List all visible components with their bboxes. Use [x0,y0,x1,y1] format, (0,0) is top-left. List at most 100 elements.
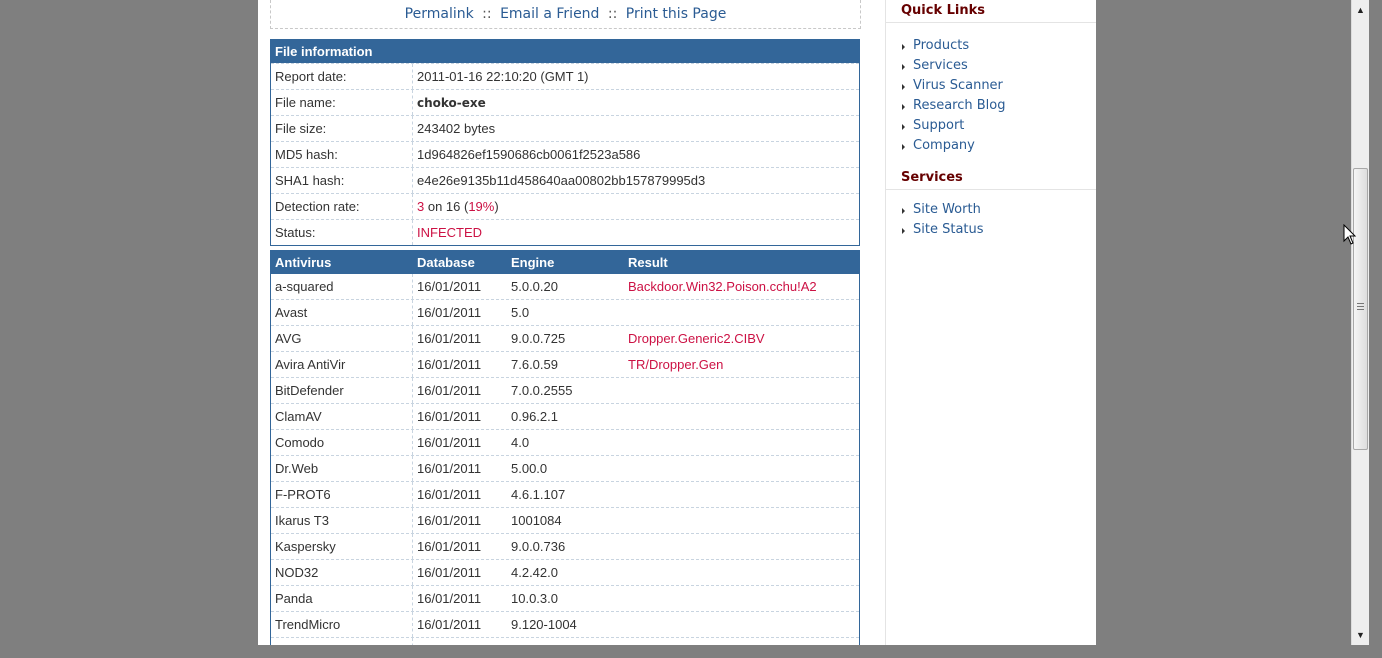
md5-hash-value: 1d964826ef1590686cb0061f2523a586 [417,147,641,162]
engine-version: 4.6.1.107 [511,487,566,502]
file-name-label: File name: [271,90,413,115]
database-date: 16/01/2011 [417,435,482,450]
column-header-antivirus: Antivirus [275,255,332,270]
table-row: F-PROT6 16/01/2011 4.6.1.107 [271,481,859,507]
status-value: INFECTED [417,225,482,240]
sidebar-link-virus-scanner[interactable]: Virus Scanner [902,76,1096,96]
antivirus-name: Ikarus T3 [271,508,413,533]
scan-result [624,586,859,611]
sidebar-link-services[interactable]: Services [902,56,1096,76]
database-date: 16/01/2011 [417,591,482,606]
engine-version: 7.0.0.2555 [511,383,573,398]
database-date: 16/01/2011 [417,409,482,424]
engine-version: 4.2.42.0 [511,565,558,580]
file-name-value: choko-exe [417,95,486,110]
sidebar-link-company[interactable]: Company [902,136,1096,156]
table-row: MD5 hash: 1d964826ef1590686cb0061f2523a5… [271,141,859,167]
report-date-value: 2011-01-16 22:10:20 (GMT 1) [417,69,589,84]
scan-result [624,378,859,403]
table-row: Status: INFECTED [271,219,859,245]
antivirus-name: BitDefender [271,378,413,403]
engine-version: 5.0 [511,305,530,320]
file-information-header: File information [271,40,859,63]
sha1-hash-label: SHA1 hash: [271,168,413,193]
table-row: File name: choko-exe [271,89,859,115]
scan-result [624,612,859,637]
file-information-table: File information Report date: 2011-01-16… [270,39,860,246]
table-row: File size: 243402 bytes [271,115,859,141]
email-friend-link[interactable]: Email a Friend [500,6,599,22]
detection-rate-value: 3 on 16 (19%) [413,194,499,219]
antivirus-name: TrendMicro [271,612,413,637]
scroll-down-arrow-icon[interactable]: ▼ [1352,627,1369,644]
database-date: 16/01/2011 [417,331,482,346]
table-row: BitDefender 16/01/2011 7.0.0.2555 [271,377,859,403]
share-links-bar: Permalink :: Email a Friend :: Print thi… [270,0,861,29]
table-row: Avira AntiVir 16/01/2011 7.6.0.59 TR/Droppe… [271,351,859,377]
table-row: ClamAV 16/01/2011 0.96.2.1 [271,403,859,429]
column-header-result: Result [628,255,668,270]
antivirus-name: ClamAV [271,404,413,429]
sidebar-link-site-worth[interactable]: Site Worth [902,200,1096,220]
scroll-up-arrow-icon[interactable]: ▲ [1352,2,1369,19]
sidebar-link-research-blog[interactable]: Research Blog [902,96,1096,116]
sidebar-link-support[interactable]: Support [902,116,1096,136]
database-date: 16/01/2011 [417,565,482,580]
engine-version: 4.0 [511,435,530,450]
quick-links-list: Products Services Virus Scanner Research… [886,36,1096,156]
sidebar-link-products[interactable]: Products [902,36,1096,56]
antivirus-table-header: Antivirus Database Engine Result [271,251,859,274]
detection-percent: 19% [468,199,495,214]
antivirus-name: Avira AntiVir [271,352,413,377]
scan-result [624,534,859,559]
services-list: Site Worth Site Status [886,200,1096,240]
table-row: TrendMicro 16/01/2011 9.120-1004 [271,611,859,637]
table-row: NOD32 16/01/2011 4.2.42.0 [271,559,859,585]
scan-result: TR/Dropper.Gen [628,357,724,372]
status-label: Status: [271,220,413,245]
separator: :: [607,6,618,22]
table-row: Panda 16/01/2011 10.0.3.0 [271,585,859,611]
table-row: SHA1 hash: e4e26e9135b11d458640aa00802bb… [271,167,859,193]
scan-result [624,300,859,325]
engine-version: 0.96.2.1 [511,409,558,424]
column-header-engine: Engine [511,255,555,270]
database-date: 16/01/2011 [417,357,482,372]
print-page-link[interactable]: Print this Page [626,6,727,22]
table-row: Avast 16/01/2011 5.0 [271,299,859,325]
database-date: 16/01/2011 [417,487,482,502]
services-title: Services [886,167,1096,190]
antivirus-name: AVG [271,326,413,351]
scan-result [624,456,859,481]
scan-result [624,482,859,507]
antivirus-name: Comodo [271,430,413,455]
scan-result [624,508,859,533]
sidebar-link-site-status[interactable]: Site Status [902,220,1096,240]
permalink-link[interactable]: Permalink [405,6,474,22]
file-size-value: 243402 bytes [417,121,496,136]
quick-links-title: Quick Links [886,0,1096,23]
engine-version: 9.0.0.725 [511,331,566,346]
web-page: Permalink :: Email a Friend :: Print thi… [258,0,1096,645]
md5-hash-label: MD5 hash: [271,142,413,167]
scrollbar-thumb[interactable] [1353,168,1368,450]
column-header-database: Database [417,255,475,270]
engine-version: 5.0.0.20 [511,279,558,294]
antivirus-name: VBA32 [271,638,413,645]
antivirus-name: NOD32 [271,560,413,585]
table-row: a-squared 16/01/2011 5.0.0.20 Backdoor.Win3… [271,274,859,299]
scrollbar-grip-icon [1357,303,1364,310]
engine-version: 5.00.0 [511,461,548,476]
table-row: Comodo 16/01/2011 4.0 [271,429,859,455]
engine-version: 10.0.3.0 [511,591,558,606]
engine-version: 3.12.14.1 [507,638,624,645]
antivirus-name: F-PROT6 [271,482,413,507]
separator: :: [482,6,492,22]
table-row: Report date: 2011-01-16 22:10:20 (GMT 1) [271,63,859,89]
database-date: 16/01/2011 [417,305,482,320]
antivirus-results-table: Antivirus Database Engine Result a-squar… [270,250,860,645]
scan-result: Backdoor.Win32.Poison.cchu!A2 [628,279,817,294]
vertical-scrollbar[interactable]: ▲ ▼ [1351,0,1369,645]
file-size-label: File size: [271,116,413,141]
scan-result [624,430,859,455]
